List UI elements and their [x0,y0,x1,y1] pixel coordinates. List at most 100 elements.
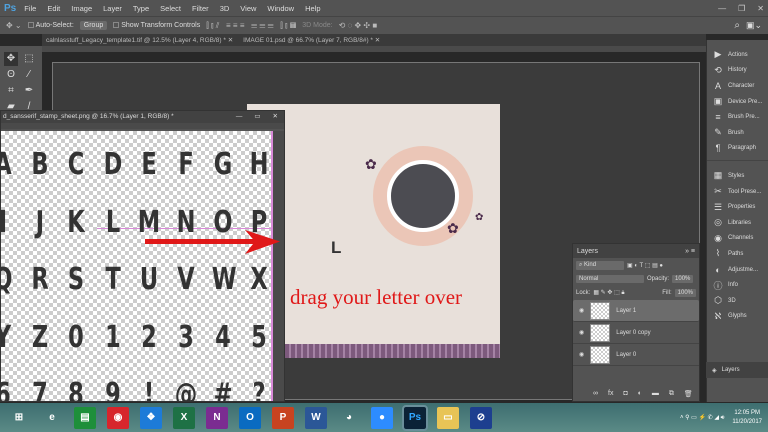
panel-libraries[interactable]: ◎ Libraries [707,215,768,231]
menu-3d[interactable]: 3D [220,4,230,13]
layer-row[interactable]: ◉ Layer 0 copy [573,322,699,344]
menu-window[interactable]: Window [267,4,294,13]
minimize-button[interactable]: — [236,111,243,123]
stamp-letter[interactable]: 2 [138,320,161,355]
stamp-letter[interactable]: E [138,147,161,182]
adjustment-icon[interactable]: ◐ [638,390,642,398]
move-tool-icon[interactable]: ✥ ⌄ [6,21,22,30]
panel-glyphs[interactable]: ℵ Glyphs [707,309,768,325]
stamp-letter[interactable]: R [28,262,51,297]
eye-icon[interactable]: ◉ [579,329,584,336]
eye-icon[interactable]: ◉ [579,351,584,358]
minimize-button[interactable]: — [718,4,726,13]
fx-icon[interactable]: fx [608,390,613,398]
taskbar-store-icon[interactable]: ▤ [74,406,96,429]
stamp-letter[interactable]: 1 [102,320,125,355]
panel-tool-prese-[interactable]: ✂ Tool Prese... [707,184,768,200]
taskbar-dropbox-icon[interactable]: ❖ [140,406,162,429]
stamp-letter[interactable]: F [175,147,198,182]
stamp-letter[interactable]: G [211,147,234,182]
stamp-letter[interactable]: @ [175,377,198,401]
menu-edit[interactable]: Edit [47,4,60,13]
filter-kind-dropdown[interactable]: ⌕ Kind [576,260,624,270]
stamp-letter[interactable]: T [102,262,125,297]
auto-select-checkbox[interactable]: Auto-Select: [27,22,74,29]
stamp-letter[interactable]: V [175,262,198,297]
menu-layer[interactable]: Layer [103,4,122,13]
stamp-letter[interactable]: 8 [65,377,88,401]
crop-tool-icon[interactable]: ⌗ [4,84,18,98]
taskbar-start-icon[interactable]: ⊞ [8,407,30,429]
new-layer-icon[interactable]: ⧉ [669,390,674,398]
stamp-letter[interactable]: I [1,205,14,240]
stamp-letter[interactable]: Q [1,262,14,297]
close-button[interactable]: ✕ [273,111,278,123]
align-icons[interactable]: ⫿ ⫾ ⫽ ≡ ≡ ≡ ☰ ☰ ☰ ⫿ ⫾ ▦ [206,21,296,31]
taskbar-photoshop-icon[interactable]: Ps [402,404,428,431]
window-title-bar[interactable]: d_sansserif_stamp_sheet.png @ 16.7% (Lay… [1,111,284,123]
link-icon[interactable]: ∞ [593,390,598,398]
menu-select[interactable]: Select [160,4,181,13]
lock-icons[interactable]: ▦ ✎ ✥ ⬚ 🔒︎ [593,289,624,297]
panel-brush[interactable]: ✎ Brush [707,125,768,141]
taskbar-other-app-icon[interactable]: ⊘ [470,406,492,429]
panel-paths[interactable]: ⌇ Paths [707,246,768,262]
stamp-letter[interactable]: 4 [211,320,234,355]
panel-styles[interactable]: ▦ Styles [707,168,768,184]
stamp-letter[interactable]: W [211,262,236,297]
layers-panel-tab[interactable]: Layers [577,248,598,255]
panel-device-pre-[interactable]: ▣ Device Pre... [707,94,768,110]
lasso-tool-icon[interactable]: ʘ [4,68,18,82]
auto-select-dropdown[interactable]: Group [79,21,108,30]
tray-icons[interactable]: ˄ ⚲ ▭ ⚡ ✆ ◢ 🔊︎ [680,414,724,422]
layer-row[interactable]: ◉ Layer 0 [573,344,699,366]
scrollbar[interactable] [273,131,284,401]
panel-info[interactable]: ⓘ Info [707,277,768,293]
clock[interactable]: 12:05 PM 11/20/2017 [732,409,762,427]
opacity-input[interactable]: 100% [672,275,694,283]
filter-icons[interactable]: ▣ ◐ T ⬚ ▤ ● [627,262,663,269]
taskbar-excel-icon[interactable]: X [173,406,195,429]
stamp-letter[interactable]: Y [1,320,14,355]
stamp-letter[interactable]: 6 [1,377,14,401]
stamp-letter[interactable]: 5 [248,320,271,355]
stamp-letter[interactable]: # [211,377,234,401]
panel-brush-pre-[interactable]: ≡ Brush Pre... [707,109,768,125]
menu-image[interactable]: Image [71,4,92,13]
stamp-letter[interactable]: D [102,147,125,182]
stamp-letter[interactable]: 9 [102,377,125,401]
stamp-letter[interactable]: K [65,205,88,240]
panel-properties[interactable]: ☰ Properties [707,199,768,215]
stamp-letter[interactable]: A [1,147,14,182]
stamp-letter[interactable]: L [102,205,125,240]
menu-file[interactable]: File [24,4,36,13]
panel-3d[interactable]: ⬡ 3D [707,293,768,309]
stamp-letter[interactable]: 7 [28,377,51,401]
layers-dock-button[interactable]: ◈ Layers [706,362,768,378]
layer-row[interactable]: ◉ Layer 1 [573,300,699,322]
panel-menu-icon[interactable]: » ≡ [685,248,695,255]
mask-icon[interactable]: ◘ [623,390,627,398]
stamp-letter[interactable]: J [28,205,51,240]
dragged-letter[interactable]: L [331,238,341,258]
taskbar-edge-icon[interactable]: e [41,407,63,429]
stamp-letter[interactable]: U [138,262,161,297]
stamp-letter[interactable]: 3 [175,320,198,355]
fill-input[interactable]: 100% [674,289,696,297]
taskbar-powerpoint-icon[interactable]: P [272,406,294,429]
blend-mode-dropdown[interactable]: Normal [576,275,644,283]
stamp-letter[interactable]: ! [138,377,161,401]
panel-character[interactable]: A Character [707,78,768,94]
menu-view[interactable]: View [240,4,256,13]
folder-icon[interactable]: ▬ [652,390,659,398]
panel-channels[interactable]: ◉ Channels [707,231,768,247]
show-transform-checkbox[interactable]: Show Transform Controls [113,22,200,29]
panel-paragraph[interactable]: ¶ Paragraph [707,141,768,157]
stamp-letter[interactable]: X [248,262,271,297]
stamp-letter[interactable]: H [248,147,271,182]
stamp-letter[interactable]: B [28,147,51,182]
taskbar-zoom-icon[interactable]: ● [371,406,393,429]
marquee-tool-icon[interactable]: ⬚ [22,52,36,66]
stamp-letter[interactable]: S [65,262,88,297]
taskbar-word-icon[interactable]: W [305,406,327,429]
